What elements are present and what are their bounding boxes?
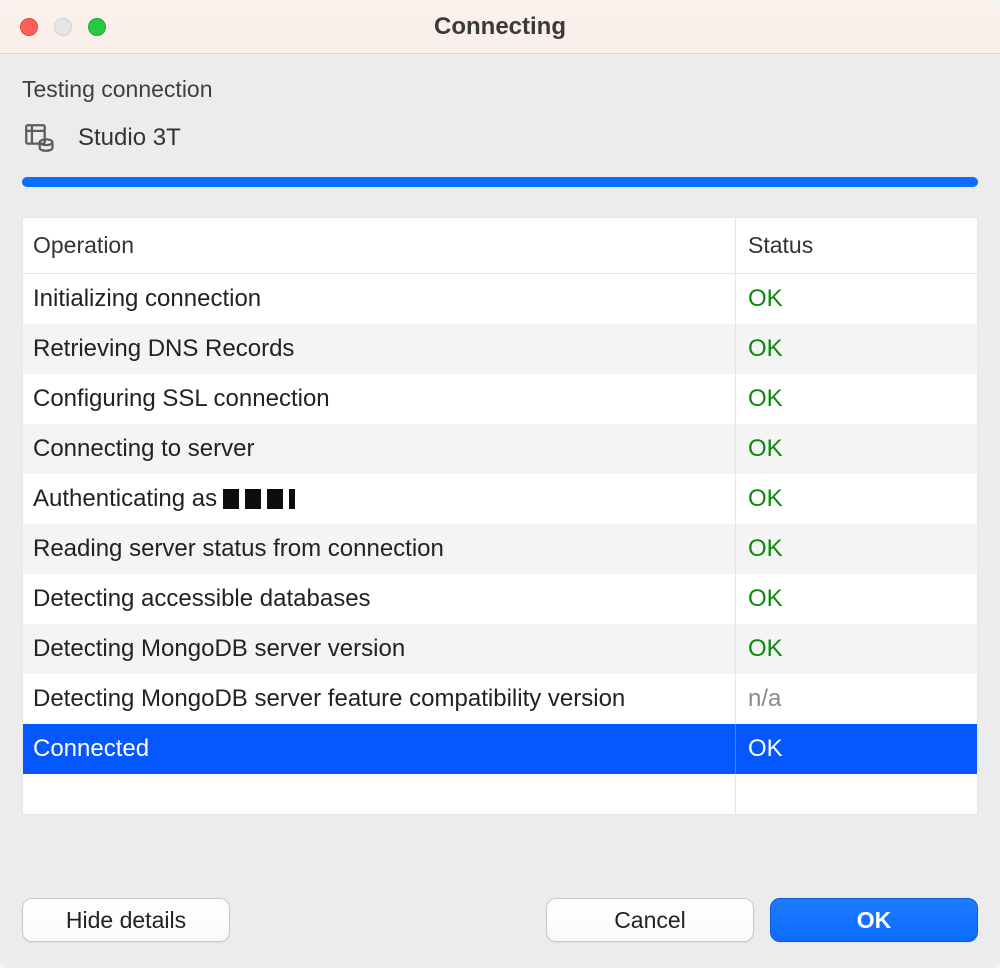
operation-text: Connected — [33, 735, 149, 763]
table-body: Initializing connectionOKRetrieving DNS … — [23, 274, 977, 814]
results-table: Operation Status Initializing connection… — [22, 217, 978, 815]
operation-cell: Connecting to server — [23, 435, 735, 463]
table-row[interactable]: Detecting MongoDB server version OK — [23, 624, 977, 674]
table-row[interactable]: Reading server status from connection OK — [23, 524, 977, 574]
operation-text: Detecting accessible databases — [33, 585, 371, 613]
ok-button[interactable]: OK — [770, 898, 978, 942]
connection-row: Studio 3T — [22, 121, 978, 155]
operation-cell: Initializing connection — [23, 285, 735, 313]
column-header-status[interactable]: Status — [735, 218, 977, 273]
status-cell: OK — [735, 624, 977, 674]
status-cell: OK — [735, 724, 977, 774]
operation-cell: Connected — [23, 735, 735, 763]
table-header: Operation Status — [23, 218, 977, 274]
hide-details-button[interactable]: Hide details — [22, 898, 230, 942]
minimize-icon — [54, 18, 72, 36]
operation-cell: Detecting accessible databases — [23, 585, 735, 613]
cancel-button[interactable]: Cancel — [546, 898, 754, 942]
table-row[interactable]: Initializing connection OK — [23, 274, 977, 324]
operation-cell: Detecting MongoDB server version — [23, 635, 735, 663]
status-cell: OK — [735, 424, 977, 474]
table-row[interactable]: Connecting to server OK — [23, 424, 977, 474]
operation-cell: Detecting MongoDB server feature compati… — [23, 685, 735, 713]
progress-bar — [22, 177, 978, 187]
table-row[interactable]: Connected OK — [23, 724, 977, 774]
close-icon[interactable] — [20, 18, 38, 36]
dialog-window: Connecting Testing connection Studio 3T … — [0, 0, 1000, 968]
connection-name: Studio 3T — [78, 124, 181, 152]
status-cell — [735, 774, 977, 814]
operation-text: Initializing connection — [33, 285, 261, 313]
status-cell: OK — [735, 574, 977, 624]
window-controls — [20, 18, 106, 36]
status-cell: n/a — [735, 674, 977, 724]
operation-cell: Configuring SSL connection — [23, 385, 735, 413]
operation-text: Retrieving DNS Records — [33, 335, 294, 363]
column-header-operation[interactable]: Operation — [23, 218, 735, 273]
zoom-icon[interactable] — [88, 18, 106, 36]
dialog-content: Testing connection Studio 3T Operation S… — [0, 54, 1000, 862]
dialog-footer: Hide details Cancel OK — [0, 862, 1000, 968]
operation-text: Detecting MongoDB server feature compati… — [33, 685, 625, 713]
table-row[interactable]: Detecting MongoDB server feature compati… — [23, 674, 977, 724]
operation-cell: Authenticating as — [23, 485, 735, 513]
status-cell: OK — [735, 274, 977, 324]
table-row[interactable]: Retrieving DNS Records OK — [23, 324, 977, 374]
status-cell: OK — [735, 324, 977, 374]
operation-text: Reading server status from connection — [33, 535, 444, 563]
operation-text: Connecting to server — [33, 435, 254, 463]
operation-text: Configuring SSL connection — [33, 385, 330, 413]
titlebar: Connecting — [0, 0, 1000, 54]
table-row-blank — [23, 774, 977, 814]
dialog-subtitle: Testing connection — [22, 76, 978, 103]
status-cell: OK — [735, 524, 977, 574]
operation-cell: Reading server status from connection — [23, 535, 735, 563]
status-cell: OK — [735, 374, 977, 424]
database-icon — [22, 121, 56, 155]
table-row[interactable]: Configuring SSL connection OK — [23, 374, 977, 424]
window-title: Connecting — [0, 13, 1000, 41]
operation-text: Authenticating as — [33, 485, 217, 513]
operation-text: Detecting MongoDB server version — [33, 635, 405, 663]
redacted-text — [223, 489, 295, 509]
table-row[interactable]: Authenticating as OK — [23, 474, 977, 524]
table-row[interactable]: Detecting accessible databases OK — [23, 574, 977, 624]
operation-cell: Retrieving DNS Records — [23, 335, 735, 363]
status-cell: OK — [735, 474, 977, 524]
